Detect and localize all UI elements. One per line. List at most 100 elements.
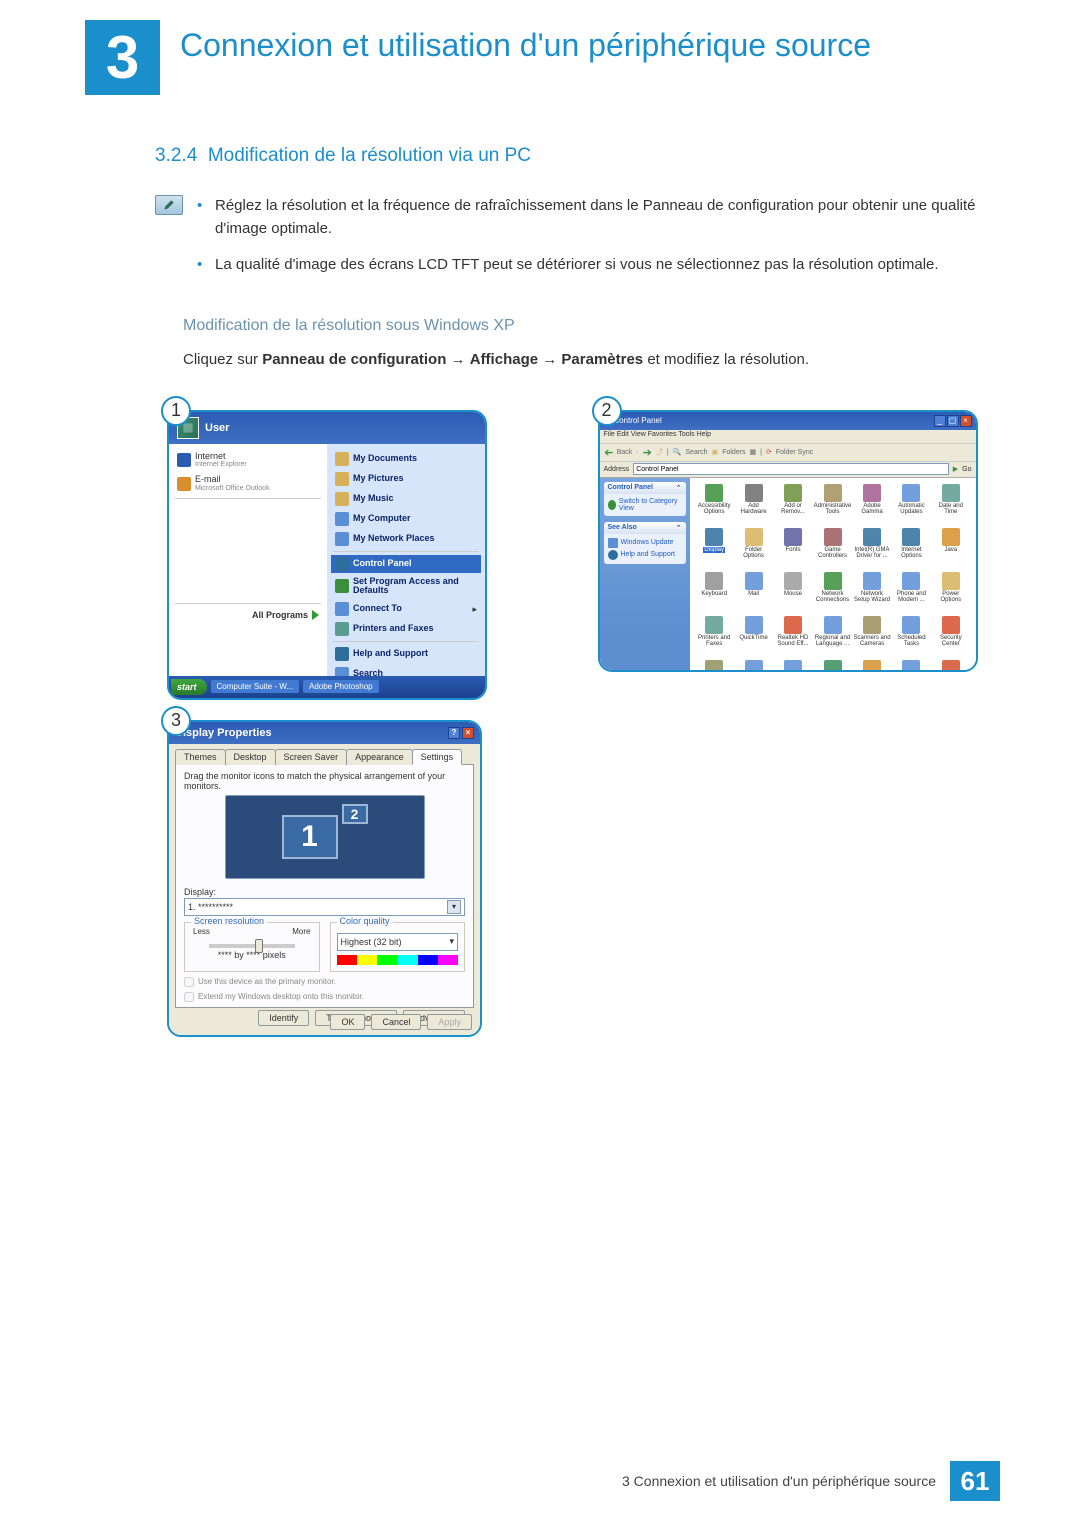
tab-desktop[interactable]: Desktop (225, 749, 276, 765)
search-icon[interactable]: 🔍 (673, 448, 682, 456)
control-panel-item[interactable]: Fonts (774, 528, 811, 570)
instr-prefix: Cliquez sur (183, 351, 262, 368)
control-panel-item[interactable]: Game Controllers (814, 528, 852, 570)
control-panel-item[interactable]: Scheduled Tasks (893, 616, 930, 658)
chevron-up-icon[interactable]: ⌃ (676, 484, 682, 492)
go-icon[interactable]: ▶ (953, 465, 958, 473)
control-panel-item[interactable]: Automatic Updates (893, 484, 930, 526)
start-menu-item[interactable]: My Documents (331, 450, 481, 468)
control-panel-item[interactable]: Intel(R) GMA Driver for ... (853, 528, 890, 570)
figure-grid: 1 User InternetInternet ExplorerE-mailMi… (167, 410, 1000, 1037)
control-panel-item[interactable]: Network Setup Wizard (853, 572, 890, 614)
tab-settings[interactable]: Settings (412, 749, 463, 765)
start-menu-item[interactable]: My Network Places (331, 530, 481, 548)
control-panel-item[interactable]: Mouse (774, 572, 811, 614)
start-menu-item[interactable]: Set Program Access and Defaults (331, 575, 481, 599)
start-menu-item[interactable]: My Music (331, 490, 481, 508)
tab-themes[interactable]: Themes (175, 749, 226, 765)
control-panel-item[interactable]: Printers and Faxes (696, 616, 733, 658)
sr-more: More (292, 927, 310, 936)
start-menu-item[interactable]: Connect To▸ (331, 600, 481, 618)
control-panel-item[interactable]: Display (696, 528, 733, 570)
identify-button[interactable]: Identify (258, 1010, 309, 1026)
control-panel-item[interactable]: Administrative Tools (814, 484, 852, 526)
tab-appearance[interactable]: Appearance (346, 749, 413, 765)
address-bar: Address ▶Go (600, 462, 976, 478)
control-panel-item[interactable]: Sounds and Audio Devices (696, 660, 733, 672)
control-panel-item[interactable]: QuickTime (735, 616, 772, 658)
display-select[interactable]: 1. ********** ▾ (184, 898, 465, 916)
up-icon[interactable]: ⤴ (656, 447, 663, 457)
ok-button[interactable]: OK (330, 1014, 365, 1030)
start-menu-item[interactable]: InternetInternet Explorer (173, 450, 323, 472)
start-menu-item[interactable]: Printers and Faxes (331, 620, 481, 638)
control-panel-item[interactable]: Taskbar and Start Menu (814, 660, 852, 672)
tab-screen-saver[interactable]: Screen Saver (275, 749, 348, 765)
forward-icon[interactable]: ➔ (643, 446, 652, 459)
start-menu-item[interactable]: Control Panel (331, 555, 481, 573)
monitor-2-icon[interactable]: 2 (342, 804, 368, 824)
control-panel-item[interactable]: Accessibility Options (696, 484, 733, 526)
control-panel-item[interactable]: Folder Options (735, 528, 772, 570)
control-panel-item[interactable]: Realtek HD Sound Eff... (774, 616, 811, 658)
side-link[interactable]: Switch to Category View (608, 497, 682, 513)
control-panel-item[interactable]: Security Center (932, 616, 969, 658)
arrow-right-icon (312, 610, 319, 620)
sync-icon[interactable]: ⟳ (766, 448, 772, 456)
address-input[interactable] (633, 463, 949, 475)
control-panel-item[interactable]: Internet Options (893, 528, 930, 570)
control-panel-item[interactable]: Regional and Language ... (814, 616, 852, 658)
instr-suffix: et modifiez la résolution. (643, 351, 809, 368)
control-panel-item[interactable]: Add or Remov... (774, 484, 811, 526)
control-panel-item[interactable]: Phone and Modem ... (893, 572, 930, 614)
control-panel-item[interactable]: Java (932, 528, 969, 570)
views-icon[interactable]: ▦ (750, 448, 757, 456)
control-panel-item[interactable]: Network Connections (814, 572, 852, 614)
cancel-button[interactable]: Cancel (371, 1014, 421, 1030)
control-panel-item[interactable]: Keyboard (696, 572, 733, 614)
monitor-arrangement[interactable]: 1 2 (225, 795, 425, 879)
control-panel-item[interactable]: Speech (735, 660, 772, 672)
monitor-1-icon[interactable]: 1 (282, 815, 338, 859)
control-panel-item[interactable]: Windows CardSpace (893, 660, 930, 672)
minimize-button[interactable]: _ (934, 415, 946, 427)
control-panel-item[interactable]: Power Options (932, 572, 969, 614)
all-programs[interactable]: All Programs (173, 607, 323, 623)
taskbar-item[interactable]: Adobe Photoshop (303, 680, 379, 693)
maximize-button[interactable]: ▢ (947, 415, 959, 427)
monitors-note: Drag the monitor icons to match the phys… (184, 771, 465, 791)
control-panel-item[interactable]: Windows Firewall (932, 660, 969, 672)
color-quality-select[interactable]: Highest (32 bit) ▾ (337, 933, 459, 951)
start-menu-item[interactable]: Help and Support (331, 645, 481, 663)
apply-button[interactable]: Apply (427, 1014, 472, 1030)
slider-thumb[interactable] (255, 939, 263, 953)
primary-monitor-checkbox[interactable]: Use this device as the primary monitor. (184, 977, 465, 987)
side-link[interactable]: Windows Update (608, 537, 682, 549)
control-panel-item[interactable]: Add Hardware (735, 484, 772, 526)
start-menu-item[interactable]: My Pictures (331, 470, 481, 488)
back-icon[interactable]: ➔ (604, 446, 613, 459)
control-panel-item[interactable]: Scanners and Cameras (853, 616, 890, 658)
instr-b3: Paramètres (561, 351, 643, 368)
menu-bar[interactable]: File Edit View Favorites Tools Help (600, 430, 976, 444)
folders-icon[interactable]: ▣ (712, 448, 719, 456)
side-link[interactable]: Help and Support (608, 549, 682, 561)
start-button[interactable]: start (171, 679, 207, 695)
control-panel-item[interactable]: User Accounts (853, 660, 890, 672)
help-button[interactable]: ? (448, 727, 460, 739)
start-menu-item[interactable]: My Computer (331, 510, 481, 528)
start-menu-item[interactable]: E-mailMicrosoft Office Outlook (173, 473, 323, 495)
control-panel-item[interactable]: Date and Time (932, 484, 969, 526)
taskbar-item[interactable]: Computer Suite - W... (211, 680, 299, 693)
figure-1-frame: User InternetInternet ExplorerE-mailMicr… (167, 410, 487, 700)
close-button[interactable]: × (960, 415, 972, 427)
page-footer: 3 Connexion et utilisation d'un périphér… (622, 1461, 1000, 1501)
close-button[interactable]: × (462, 727, 474, 739)
control-panel-item[interactable]: Mail (735, 572, 772, 614)
control-panel-item[interactable]: System (774, 660, 811, 672)
control-panel-item[interactable]: Adobe Gamma (853, 484, 890, 526)
chevron-up-icon[interactable]: ⌃ (676, 524, 682, 532)
extend-desktop-checkbox[interactable]: Extend my Windows desktop onto this moni… (184, 992, 465, 1002)
note-icon (155, 195, 183, 215)
resolution-slider[interactable] (209, 944, 295, 948)
